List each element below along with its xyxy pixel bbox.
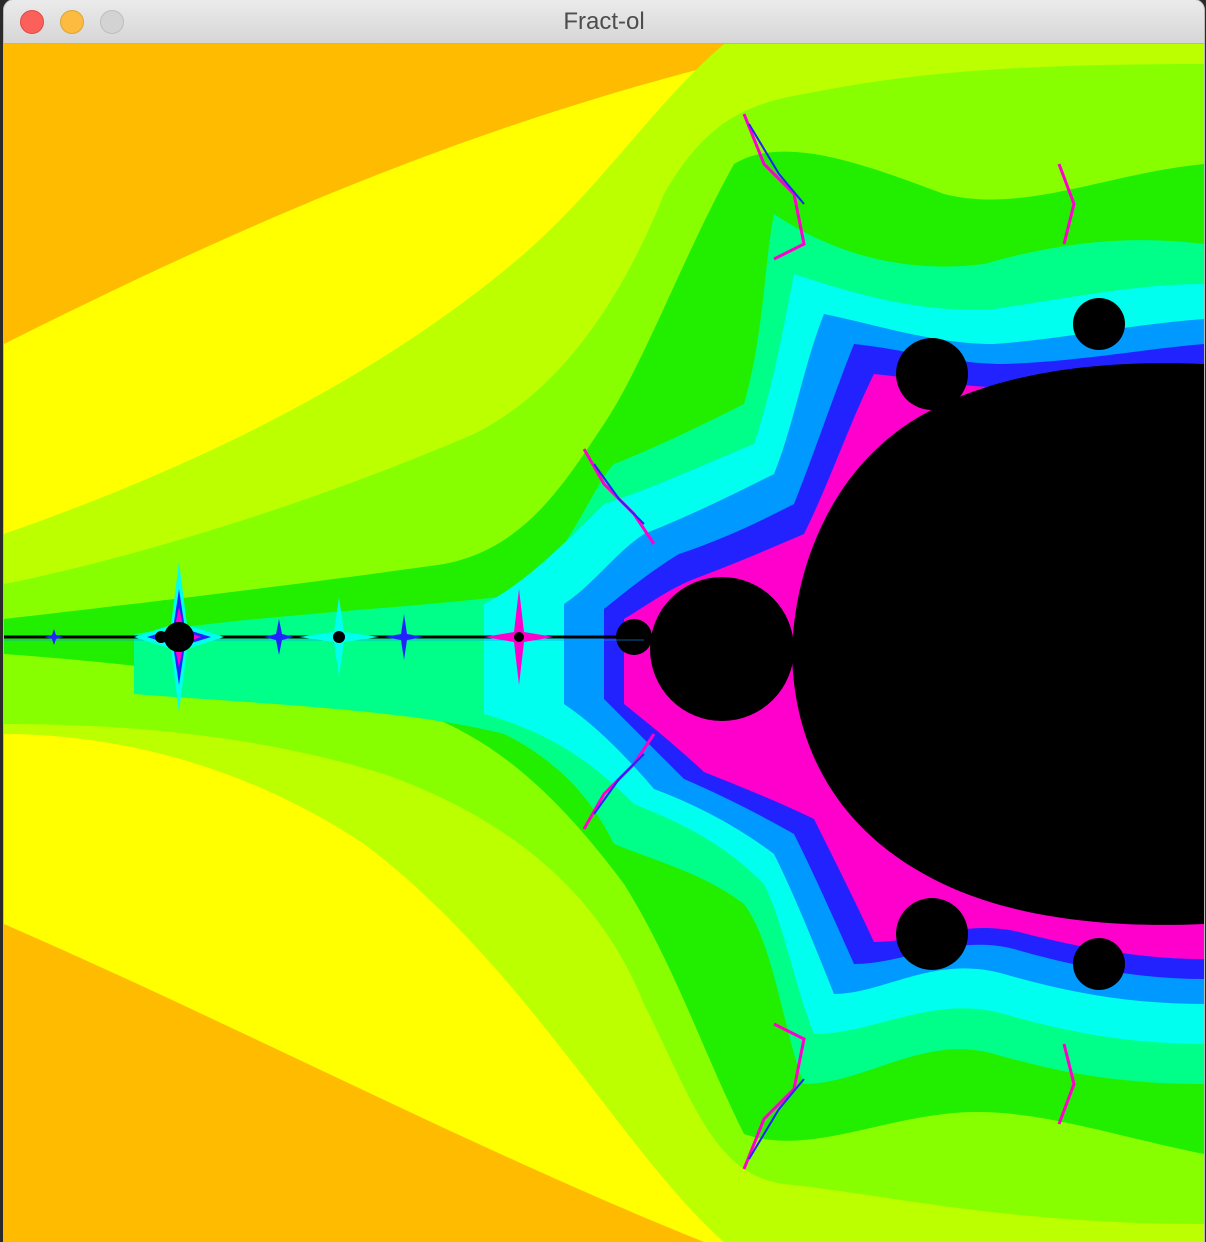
- bulb-bottom: [896, 898, 968, 970]
- bulb-top-right: [1073, 298, 1125, 350]
- fractol-window: Fract-ol: [4, 0, 1204, 1242]
- bulb-bottom-right: [1073, 938, 1125, 990]
- fractal-canvas[interactable]: [4, 44, 1204, 1242]
- mandelbrot-render[interactable]: [4, 44, 1204, 1242]
- period-2-bulb: [650, 577, 794, 721]
- window-title: Fract-ol: [563, 8, 645, 35]
- bulb-top: [896, 338, 968, 410]
- title-bar[interactable]: Fract-ol: [4, 0, 1204, 44]
